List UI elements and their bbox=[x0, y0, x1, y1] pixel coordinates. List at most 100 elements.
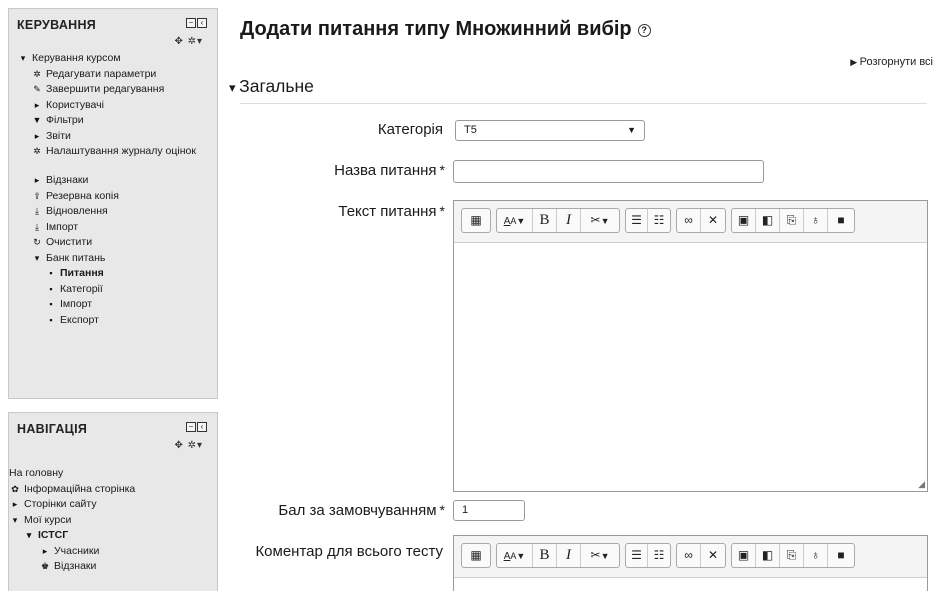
question-name-input[interactable] bbox=[453, 160, 764, 183]
nav-item-home[interactable]: На головну bbox=[9, 466, 217, 482]
bold-button[interactable]: B bbox=[533, 209, 557, 232]
nav-item-participants[interactable]: ▸ Учасники bbox=[9, 544, 217, 560]
tree-item-qb-export[interactable]: ▪ Експорт bbox=[9, 313, 217, 329]
tree-item-badges[interactable]: ▸ Відзнаки bbox=[9, 173, 217, 189]
clear-formatting-button[interactable]: ✂▼ bbox=[581, 209, 619, 232]
tree-item-label: Імпорт bbox=[60, 298, 93, 310]
tree-item-label: Очистити bbox=[46, 236, 93, 248]
italic-glyph: I bbox=[566, 212, 571, 228]
video-icon[interactable]: ■ bbox=[828, 544, 854, 567]
tree-item-restore[interactable]: ⤓ Відновлення bbox=[9, 204, 217, 220]
tree-item-finish-editing[interactable]: ✎ Завершити редагування bbox=[9, 82, 217, 98]
nav-item-course[interactable]: ▾ ІСТСГ bbox=[9, 528, 217, 544]
tree-item-question-bank[interactable]: ▾ Банк питань bbox=[9, 251, 217, 267]
italic-button[interactable]: I bbox=[557, 544, 581, 567]
tree-item-qb-import[interactable]: ▪ Імпорт bbox=[9, 297, 217, 313]
tree-item-gradebook-setup[interactable]: ✲ Налаштування журналу оцінок bbox=[9, 144, 217, 173]
admin-tree: ▾ Керування курсом ✲ Редагувати параметри … bbox=[9, 51, 217, 328]
expand-all-link[interactable]: ▶ Розгорнути всі bbox=[850, 56, 933, 68]
default-mark-label: Бал за замовчуванням * bbox=[278, 502, 445, 519]
reset-icon: ↻ bbox=[33, 237, 41, 247]
gear-icon: ✲ bbox=[33, 68, 41, 79]
tree-item-label: Імпорт bbox=[46, 220, 79, 233]
caret-right-icon: ▸ bbox=[42, 545, 48, 556]
manage-files-icon[interactable]: ⎘ bbox=[780, 209, 804, 232]
tree-item-reports[interactable]: ▸ Звіти bbox=[9, 129, 217, 145]
dock-block-icon[interactable]: ‹ bbox=[197, 422, 207, 432]
manage-files-icon[interactable]: ⎘ bbox=[780, 544, 804, 567]
tree-item-label: Користувачі bbox=[46, 98, 104, 111]
move-actions-icon[interactable]: ✥ ✲▾ bbox=[174, 36, 203, 47]
tree-item-reset[interactable]: ↻ Очистити bbox=[9, 235, 217, 251]
required-mark: * bbox=[439, 162, 445, 178]
trophy-icon: ♚ bbox=[40, 561, 50, 571]
nav-item-badges[interactable]: ♚ Відзнаки bbox=[9, 559, 217, 575]
unlink-icon[interactable]: ✕ bbox=[701, 544, 725, 567]
paragraph-styles-button[interactable]: AA▼ bbox=[497, 544, 533, 567]
unordered-list-icon[interactable]: ☰ bbox=[626, 544, 648, 567]
caret-down-icon: ▾ bbox=[229, 80, 240, 95]
unordered-list-icon[interactable]: ☰ bbox=[626, 209, 648, 232]
tree-item-label: Категорії bbox=[60, 282, 103, 295]
tree-item-edit-settings[interactable]: ✲ Редагувати параметри bbox=[9, 67, 217, 83]
show-more-buttons-icon[interactable]: ▦ bbox=[462, 544, 490, 567]
video-icon[interactable]: ■ bbox=[828, 209, 854, 232]
tree-item-label: Резервна копія bbox=[46, 189, 119, 202]
tree-item-backup[interactable]: ⇪ Резервна копія bbox=[9, 189, 217, 205]
category-label: Категорія bbox=[378, 121, 443, 138]
nav-block-header: НАВІГАЦІЯ − ‹ ✥ ✲▾ bbox=[9, 413, 217, 455]
clear-formatting-button[interactable]: ✂▼ bbox=[581, 544, 619, 567]
default-mark-value: 1 bbox=[462, 504, 469, 516]
section-general-header[interactable]: ▾ Загальне bbox=[229, 76, 314, 97]
tree-item-filters[interactable]: ▼ Фільтри bbox=[9, 113, 217, 129]
tree-item-label: Керування курсом bbox=[32, 52, 121, 64]
nav-item-dashboard[interactable]: ✿ Інформаційна сторінка bbox=[9, 482, 217, 498]
tree-item-users[interactable]: ▸ Користувачі bbox=[9, 98, 217, 114]
italic-button[interactable]: I bbox=[557, 209, 581, 232]
tree-item-categories[interactable]: ▪ Категорії bbox=[9, 282, 217, 298]
dashboard-icon: ✿ bbox=[11, 483, 19, 494]
move-actions-icon[interactable]: ✥ ✲▾ bbox=[174, 440, 203, 451]
tree-item-label: Відзнаки bbox=[46, 174, 89, 186]
dock-block-icon[interactable]: ‹ bbox=[197, 18, 207, 28]
bold-button[interactable]: B bbox=[533, 544, 557, 567]
bullet-icon: ▪ bbox=[49, 268, 53, 278]
tree-item-questions[interactable]: ▪ Питання bbox=[9, 266, 217, 282]
question-text-editor[interactable]: ▦ AA▼ B I ✂▼ ☰ ☷ ∞ ✕ ▣ ◧ ⎘ ♁ ■ ◢ bbox=[453, 200, 928, 492]
toolbar-group-collapse: ▦ bbox=[461, 543, 491, 568]
nav-item-label: Відзнаки bbox=[54, 560, 97, 572]
help-icon[interactable]: ? bbox=[637, 24, 651, 37]
section-divider bbox=[240, 103, 927, 104]
link-icon[interactable]: ∞ bbox=[677, 209, 701, 232]
tree-item-import[interactable]: ⤓ Імпорт bbox=[9, 220, 217, 236]
show-more-buttons-icon[interactable]: ▦ bbox=[462, 209, 490, 232]
ordered-list-icon[interactable]: ☷ bbox=[648, 209, 670, 232]
eraser-icon: ✂ bbox=[590, 548, 601, 562]
nav-item-site-pages[interactable]: ▸ Сторінки сайту bbox=[9, 497, 217, 513]
caret-down-icon: ▾ bbox=[12, 514, 18, 525]
default-mark-input[interactable]: 1 bbox=[453, 500, 525, 521]
image-icon[interactable]: ▣ bbox=[732, 544, 756, 567]
general-feedback-editor[interactable]: ▦ AA▼ B I ✂▼ ☰ ☷ ∞ ✕ ▣ ◧ ⎘ ♁ ■ bbox=[453, 535, 928, 591]
navigation-block: НАВІГАЦІЯ − ‹ ✥ ✲▾ На головну ✿ Інформаці… bbox=[8, 412, 218, 591]
tree-item-label: Налаштування журналу оцінок bbox=[46, 145, 196, 157]
unlink-icon[interactable]: ✕ bbox=[701, 209, 725, 232]
collapse-block-icon[interactable]: − bbox=[186, 422, 196, 432]
caret-right-icon: ▸ bbox=[12, 499, 18, 509]
category-select[interactable]: T5 ▼ bbox=[455, 120, 645, 141]
ordered-list-icon[interactable]: ☷ bbox=[648, 544, 670, 567]
question-text-label-text: Текст питання bbox=[338, 203, 437, 220]
tree-item-course-admin[interactable]: ▾ Керування курсом bbox=[9, 51, 217, 67]
required-mark: * bbox=[439, 203, 445, 219]
paragraph-styles-button[interactable]: AA▼ bbox=[497, 209, 533, 232]
image-icon[interactable]: ▣ bbox=[732, 209, 756, 232]
nav-item-my-courses[interactable]: ▾ Мої курси bbox=[9, 513, 217, 529]
media-icon[interactable]: ◧ bbox=[756, 209, 780, 232]
resize-handle-icon[interactable]: ◢ bbox=[918, 479, 925, 490]
collapse-block-icon[interactable]: − bbox=[186, 18, 196, 28]
media-icon[interactable]: ◧ bbox=[756, 544, 780, 567]
nav-item-label: Інформаційна сторінка bbox=[24, 482, 136, 495]
link-icon[interactable]: ∞ bbox=[677, 544, 701, 567]
microphone-icon[interactable]: ♁ bbox=[804, 544, 828, 567]
microphone-icon[interactable]: ♁ bbox=[804, 209, 828, 232]
